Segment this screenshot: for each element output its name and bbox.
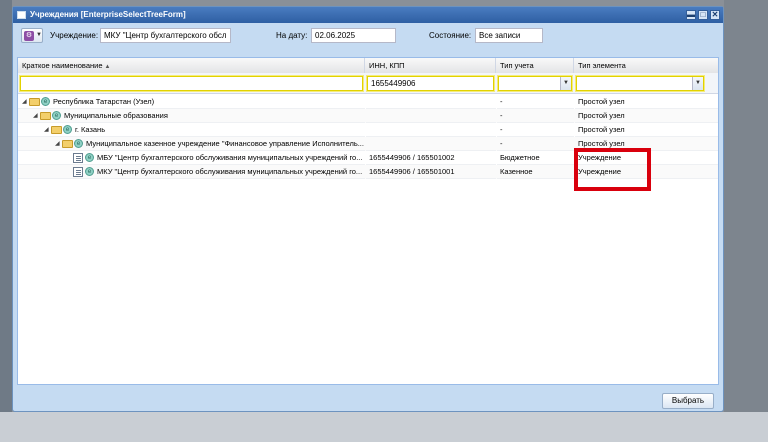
tree-expander-icon[interactable]: ◢ (22, 95, 27, 108)
institution-label: Учреждение: (50, 31, 99, 40)
window-app-icon (17, 11, 26, 19)
enterprise-select-window: Учреждения [EnterpriseSelectTreeForm] ▬ … (12, 6, 724, 412)
sort-ascending-icon: ▲ (104, 64, 111, 70)
chevron-down-icon[interactable]: ▼ (692, 77, 703, 90)
tree-row[interactable]: ◢ e Муниципальные образования - Простой … (18, 109, 718, 123)
window-titlebar[interactable]: Учреждения [EnterpriseSelectTreeForm] ▬ … (13, 7, 723, 23)
document-icon (73, 153, 83, 163)
row-accounting: Казенное (497, 165, 574, 179)
chevron-down-icon[interactable]: ▼ (560, 77, 571, 90)
tree-row[interactable]: ◢ e Республика Татарстан (Узел) - Просто… (18, 95, 718, 109)
close-icon[interactable]: ✕ (710, 10, 720, 20)
column-header-inn[interactable]: ИНН, КПП (365, 58, 496, 73)
row-accounting: - (497, 109, 574, 123)
row-name: МБУ "Центр бухгалтерского обслуживания м… (97, 153, 363, 162)
maximize-icon[interactable]: □ (698, 10, 708, 20)
window-title: Учреждения [EnterpriseSelectTreeForm] (30, 10, 186, 19)
row-inn: 1655449906 / 165501002 (366, 151, 496, 165)
document-icon (73, 167, 83, 177)
column-header-accounting-type[interactable]: Тип учета (496, 58, 574, 73)
tree-expander-icon[interactable]: ◢ (44, 123, 49, 136)
globe-icon: e (41, 97, 50, 106)
row-accounting: - (497, 123, 574, 137)
inn-filter-input[interactable]: 1655449906 (366, 75, 495, 92)
folder-icon (62, 140, 73, 148)
folder-icon (40, 112, 51, 120)
background-left-panel (0, 0, 12, 442)
filter-row: 1655449906 ▼ ▼ (18, 73, 718, 94)
state-label: Состояние: (429, 31, 472, 40)
tree-expander-icon[interactable]: ◢ (55, 137, 60, 150)
row-element: Простой узел (575, 95, 718, 109)
folder-icon (29, 98, 40, 106)
row-name: Муниципальное казенное учреждение "Финан… (86, 139, 364, 148)
globe-icon: e (63, 125, 72, 134)
row-inn (366, 95, 496, 109)
row-name: Республика Татарстан (Узел) (53, 97, 155, 106)
row-element: Простой узел (575, 123, 718, 137)
row-name: МКУ "Центр бухгалтерского обслуживания м… (97, 167, 363, 176)
tree-row[interactable]: ◢ e г. Казань - Простой узел (18, 123, 718, 137)
row-name: Муниципальные образования (64, 111, 168, 120)
actions-menu-button[interactable]: ⚙ ▼ (21, 28, 43, 43)
tree-expander-icon[interactable]: ◢ (33, 109, 38, 122)
annotation-highlight-box (574, 148, 651, 191)
row-inn: 1655449906 / 165501001 (366, 165, 496, 179)
background-right-panel (724, 0, 768, 442)
minimize-icon[interactable]: ▬ (686, 10, 696, 20)
date-field[interactable]: 02.06.2025 (311, 28, 396, 43)
globe-icon: e (85, 153, 94, 162)
institution-field[interactable]: МКУ "Центр бухгалтерского обсл (100, 28, 231, 43)
row-inn (366, 109, 496, 123)
state-field[interactable]: Все записи (475, 28, 543, 43)
folder-icon (51, 126, 62, 134)
select-button[interactable]: Выбрать (662, 393, 714, 409)
globe-icon: e (52, 111, 61, 120)
row-accounting: Бюджетное (497, 151, 574, 165)
gear-icon: ⚙ (24, 31, 34, 41)
institutions-tree-grid: Краткое наименование ▲ ИНН, КПП Тип учета… (17, 57, 719, 385)
row-name: г. Казань (75, 125, 106, 134)
globe-icon: e (85, 167, 94, 176)
row-element: Простой узел (575, 109, 718, 123)
filter-toolbar: ⚙ ▼ Учреждение: МКУ "Центр бухгалтерског… (13, 24, 723, 50)
row-accounting: - (497, 95, 574, 109)
chevron-down-icon: ▼ (36, 32, 42, 38)
background-bottom-panel (0, 412, 768, 442)
name-filter-input[interactable] (19, 75, 364, 92)
accounting-type-filter-select[interactable]: ▼ (497, 75, 573, 92)
date-label: На дату: (276, 31, 308, 40)
globe-icon: e (74, 139, 83, 148)
column-header-name-label: Краткое наименование (22, 61, 103, 70)
element-type-filter-select[interactable]: ▼ (575, 75, 705, 92)
row-inn (366, 123, 496, 137)
row-inn (366, 137, 496, 151)
column-header-name[interactable]: Краткое наименование ▲ (18, 58, 365, 73)
column-header-element-type[interactable]: Тип элемента (574, 58, 718, 73)
row-accounting: - (497, 137, 574, 151)
